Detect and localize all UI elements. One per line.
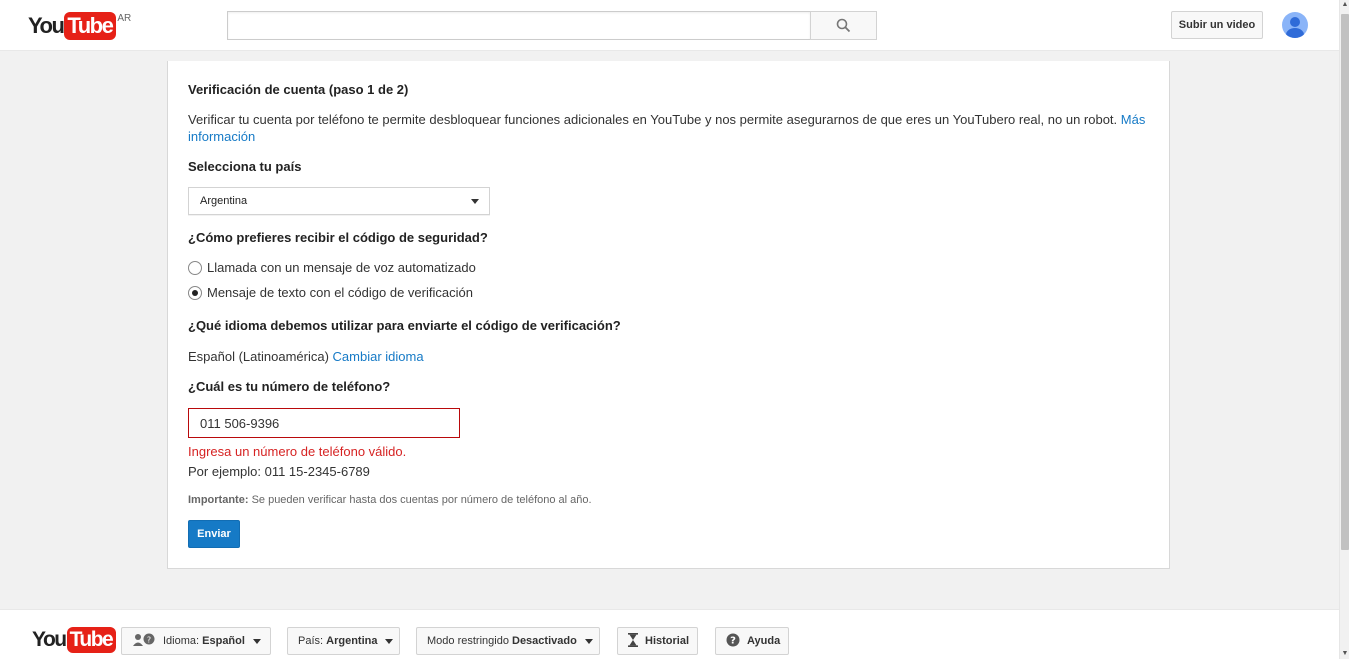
logo-you-text: You [28, 13, 65, 38]
country-value: Argentina [326, 635, 378, 647]
chevron-down-icon [584, 638, 593, 644]
phone-label: ¿Cuál es tu número de teléfono? [188, 379, 391, 394]
youtube-logo[interactable]: You Tube AR [28, 12, 131, 40]
footer-logo-tube-text: Tube [66, 627, 117, 653]
help-icon: ? [726, 633, 740, 650]
history-label: Historial [645, 635, 690, 647]
history-button[interactable]: Historial [617, 627, 698, 655]
radio-option-sms[interactable]: Mensaje de texto con el código de verifi… [188, 285, 473, 300]
important-note-text: Se pueden verificar hasta dos cuentas po… [251, 494, 592, 506]
scrollbar[interactable]: ▲ ▼ [1339, 0, 1349, 659]
restricted-prefix: Modo restringido [427, 635, 509, 647]
language-value: Español [202, 635, 245, 647]
important-note: Importante: Se pueden verificar hasta do… [188, 494, 592, 506]
radio-call[interactable] [188, 260, 202, 275]
language-prefix: Idioma: [163, 635, 200, 647]
logo-tube-text: Tube [64, 12, 117, 40]
method-label: ¿Cómo prefieres recibir el código de seg… [188, 230, 488, 245]
user-icon [1290, 17, 1300, 27]
chevron-down-icon [252, 638, 261, 644]
radio-option-call[interactable]: Llamada con un mensaje de voz automatiza… [188, 260, 476, 275]
language-label: ¿Qué idioma debemos utilizar para enviar… [188, 318, 621, 333]
phone-example: Por ejemplo: 011 15-2345-6789 [188, 464, 370, 479]
change-language-link[interactable]: Cambiar idioma [333, 349, 424, 364]
more-info-link-continued[interactable]: información [188, 129, 255, 144]
language-value: Español (Latinoamérica) [188, 349, 329, 364]
language-line: Español (Latinoamérica) Cambiar idioma [188, 349, 424, 364]
search-input[interactable] [227, 11, 810, 40]
chevron-down-icon [471, 199, 479, 204]
svg-text:?: ? [147, 635, 151, 644]
avatar[interactable] [1282, 12, 1308, 38]
scroll-up-arrow-icon[interactable]: ▲ [1341, 0, 1349, 10]
upload-button[interactable]: Subir un video [1171, 11, 1263, 39]
restricted-mode-button[interactable]: Modo restringido Desactivado [416, 627, 600, 655]
scrollbar-thumb[interactable] [1341, 14, 1349, 550]
scroll-down-arrow-icon[interactable]: ▼ [1341, 649, 1349, 659]
phone-input-value: 011 506-9396 [200, 415, 280, 431]
footer-youtube-logo[interactable]: You Tube [32, 627, 117, 653]
search-button[interactable] [810, 11, 877, 40]
radio-sms[interactable] [188, 285, 202, 300]
radio-sms-label: Mensaje de texto con el código de verifi… [207, 285, 473, 300]
phone-input[interactable]: 011 506-9396 [188, 408, 460, 438]
footer: You Tube ? Idioma: Español País: Argenti… [0, 609, 1339, 659]
country-prefix: País: [298, 635, 324, 647]
phone-error: Ingresa un número de teléfono válido. [188, 444, 407, 459]
search-icon [836, 18, 851, 33]
search-bar [227, 11, 877, 40]
country-select[interactable]: Argentina [188, 187, 490, 215]
help-label: Ayuda [747, 635, 781, 647]
svg-text:?: ? [730, 635, 736, 646]
masthead: You Tube AR Subir un video [0, 0, 1339, 51]
page-title: Verificación de cuenta (paso 1 de 2) [188, 82, 409, 97]
more-info-link[interactable]: Más [1121, 112, 1146, 127]
intro-text-line: Verificar tu cuenta por teléfono te perm… [188, 112, 1145, 127]
country-label: Selecciona tu país [188, 159, 302, 174]
country-button[interactable]: País: Argentina [287, 627, 400, 655]
help-button[interactable]: ? Ayuda [715, 627, 789, 655]
hourglass-icon [628, 632, 638, 650]
radio-call-label: Llamada con un mensaje de voz automatiza… [207, 260, 476, 275]
intro-text: Verificar tu cuenta por teléfono te perm… [188, 112, 1118, 127]
restricted-value: Desactivado [512, 635, 577, 647]
important-note-label: Importante: [188, 494, 249, 506]
language-button[interactable]: ? Idioma: Español [121, 627, 271, 655]
country-select-value: Argentina [200, 195, 248, 207]
chevron-down-icon [385, 638, 394, 644]
verification-card: Verificación de cuenta (paso 1 de 2) Ver… [167, 61, 1170, 569]
language-icon: ? [132, 633, 156, 650]
footer-logo-you-text: You [32, 628, 67, 651]
country-code: AR [117, 13, 132, 24]
submit-button[interactable]: Enviar [188, 520, 240, 548]
